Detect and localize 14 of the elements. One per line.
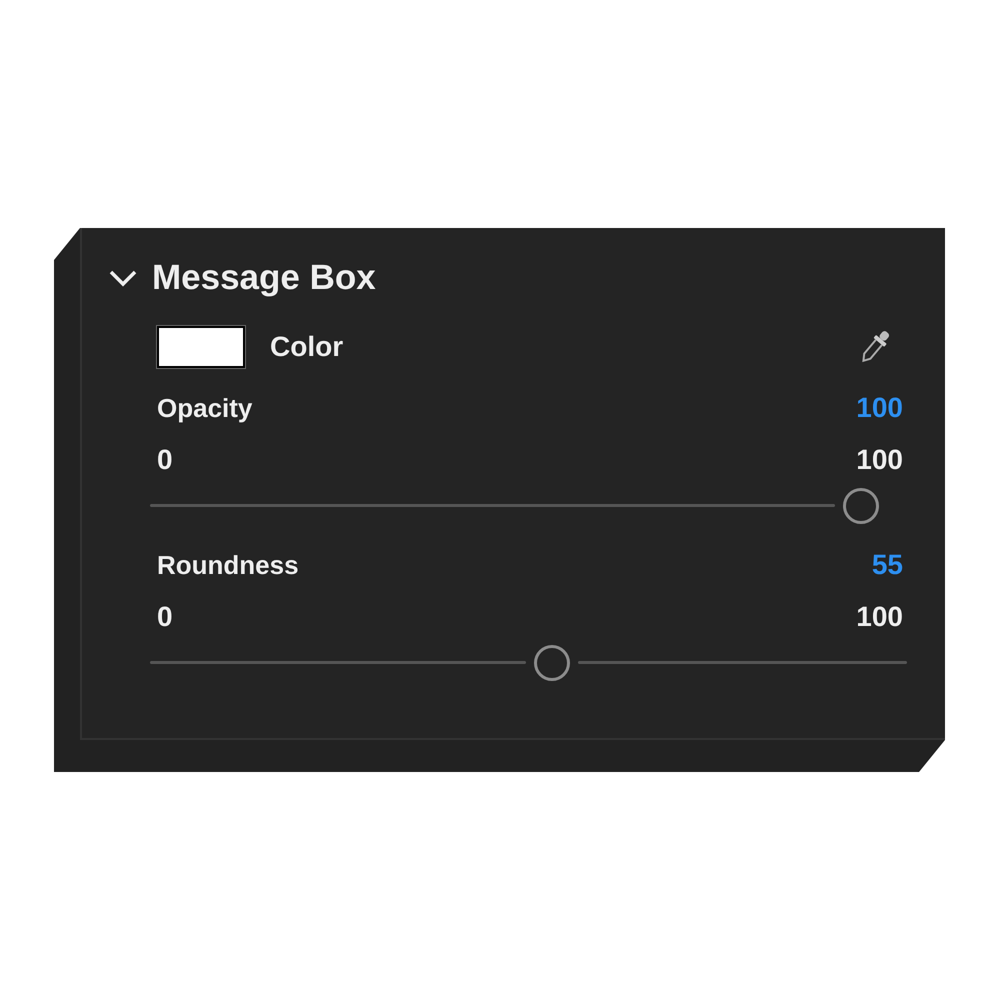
min-label: 0 <box>157 601 173 633</box>
slider-thumb[interactable] <box>534 645 570 681</box>
min-label: 0 <box>157 444 173 476</box>
section-title: Message Box <box>152 258 376 298</box>
chevron-icon[interactable] <box>108 268 138 288</box>
slider-label: Roundness <box>157 550 299 580</box>
slider-value: 100 <box>856 392 903 424</box>
slider-value: 55 <box>872 549 903 581</box>
slider-thumb[interactable] <box>843 488 879 524</box>
color-swatch[interactable] <box>157 326 245 368</box>
color-label: Color <box>270 331 344 363</box>
max-label: 100 <box>856 444 903 476</box>
max-label: 100 <box>856 601 903 633</box>
slider-label: Opacity <box>157 392 252 424</box>
